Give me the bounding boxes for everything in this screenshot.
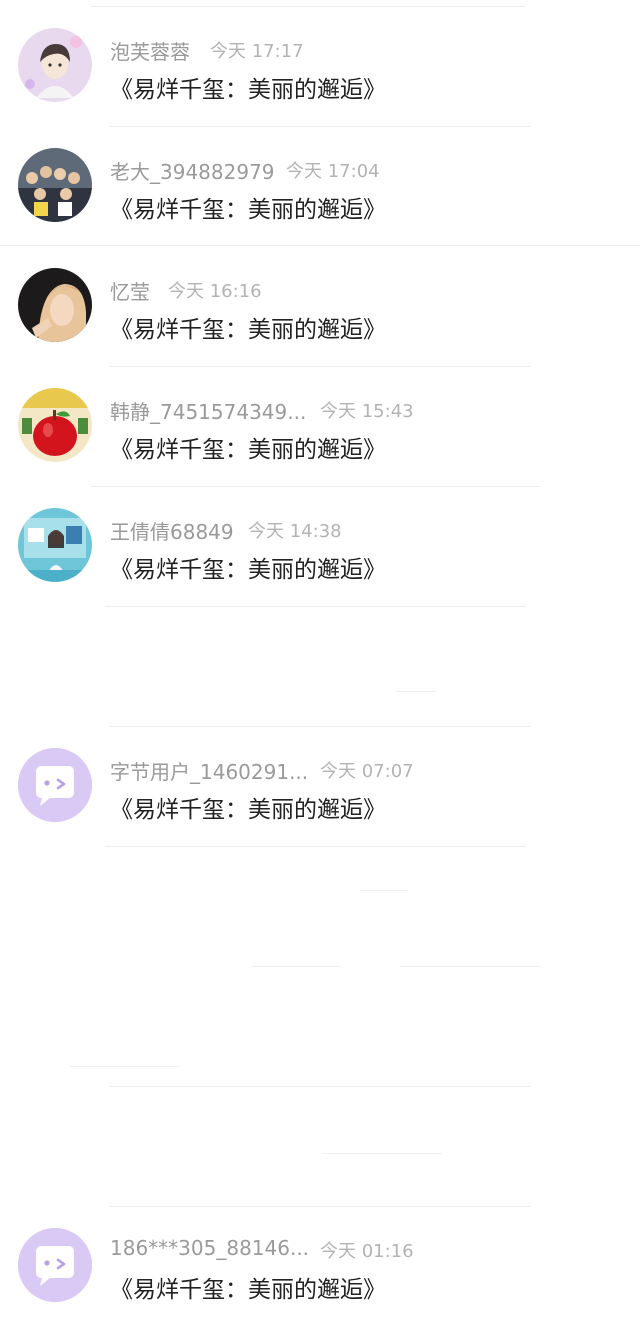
conversation-item[interactable]: 王倩倩68849 今天 14:38 《易烊千玺：美丽的邂逅》 xyxy=(0,486,640,606)
message-preview: 《易烊千玺：美丽的邂逅》 xyxy=(110,77,386,103)
message-time: 今天 17:04 xyxy=(286,161,380,182)
blue-photo-avatar xyxy=(18,508,92,582)
contact-name: 韩静_7451574349... xyxy=(110,400,307,424)
message-preview: 《易烊千玺：美丽的邂逅》 xyxy=(110,317,386,343)
conversation-item[interactable]: 忆莹 今天 16:16 《易烊千玺：美丽的邂逅》 xyxy=(0,246,640,366)
avatar xyxy=(18,148,92,222)
anime-girl-avatar xyxy=(18,28,92,102)
message-time: 今天 16:16 xyxy=(168,281,262,302)
conversation-item[interactable]: 韩静_7451574349... 今天 15:43 《易烊千玺：美丽的邂逅》 xyxy=(0,366,640,486)
message-time: 今天 07:07 xyxy=(320,761,414,782)
avatar xyxy=(18,508,92,582)
default-chat-bubble-avatar xyxy=(18,1228,92,1302)
divider xyxy=(322,1153,442,1154)
avatar xyxy=(18,268,92,342)
divider xyxy=(70,1066,180,1067)
divider xyxy=(105,606,525,607)
contact-name: 忆莹 xyxy=(110,280,150,304)
conversation-item[interactable]: 老大_394882979 今天 17:04 《易烊千玺：美丽的邂逅》 xyxy=(0,126,640,246)
message-time: 今天 17:17 xyxy=(210,41,304,62)
avatar xyxy=(18,1228,92,1302)
divider xyxy=(400,966,540,967)
contact-name: 泡芙蓉蓉 xyxy=(110,40,190,64)
red-apple-avatar xyxy=(18,388,92,462)
group-photo-avatar xyxy=(18,148,92,222)
conversation-item[interactable]: 字节用户_1460291... 今天 07:07 《易烊千玺：美丽的邂逅》 xyxy=(0,726,640,846)
message-preview: 《易烊千玺：美丽的邂逅》 xyxy=(110,197,386,223)
divider xyxy=(105,846,525,847)
contact-name: 王倩倩68849 xyxy=(110,520,234,544)
default-chat-bubble-avatar xyxy=(18,748,92,822)
message-time: 今天 15:43 xyxy=(320,401,414,422)
conversation-item[interactable]: 186***305_88146... 今天 01:16 《易烊千玺：美丽的邂逅》 xyxy=(0,1206,640,1326)
message-time: 今天 01:16 xyxy=(320,1241,414,1262)
message-preview: 《易烊千玺：美丽的邂逅》 xyxy=(110,1277,386,1303)
avatar xyxy=(18,748,92,822)
divider xyxy=(360,890,408,891)
contact-name: 186***305_88146... xyxy=(110,1236,310,1260)
message-time: 今天 14:38 xyxy=(248,521,342,542)
message-preview: 《易烊千玺：美丽的邂逅》 xyxy=(110,797,386,823)
message-preview: 《易烊千玺：美丽的邂逅》 xyxy=(110,437,386,463)
avatar xyxy=(18,388,92,462)
divider xyxy=(110,1086,530,1087)
avatar xyxy=(18,28,92,102)
contact-name: 字节用户_1460291... xyxy=(110,760,309,784)
message-preview: 《易烊千玺：美丽的邂逅》 xyxy=(110,557,386,583)
conversation-list: 泡芙蓉蓉 今天 17:17 《易烊千玺：美丽的邂逅》 老大_394882979 … xyxy=(0,0,640,1303)
blonde-portrait-avatar xyxy=(18,268,92,342)
contact-name: 老大_394882979 xyxy=(110,160,275,184)
divider xyxy=(252,966,340,967)
divider xyxy=(396,691,436,692)
conversation-item[interactable]: 泡芙蓉蓉 今天 17:17 《易烊千玺：美丽的邂逅》 xyxy=(0,6,640,126)
